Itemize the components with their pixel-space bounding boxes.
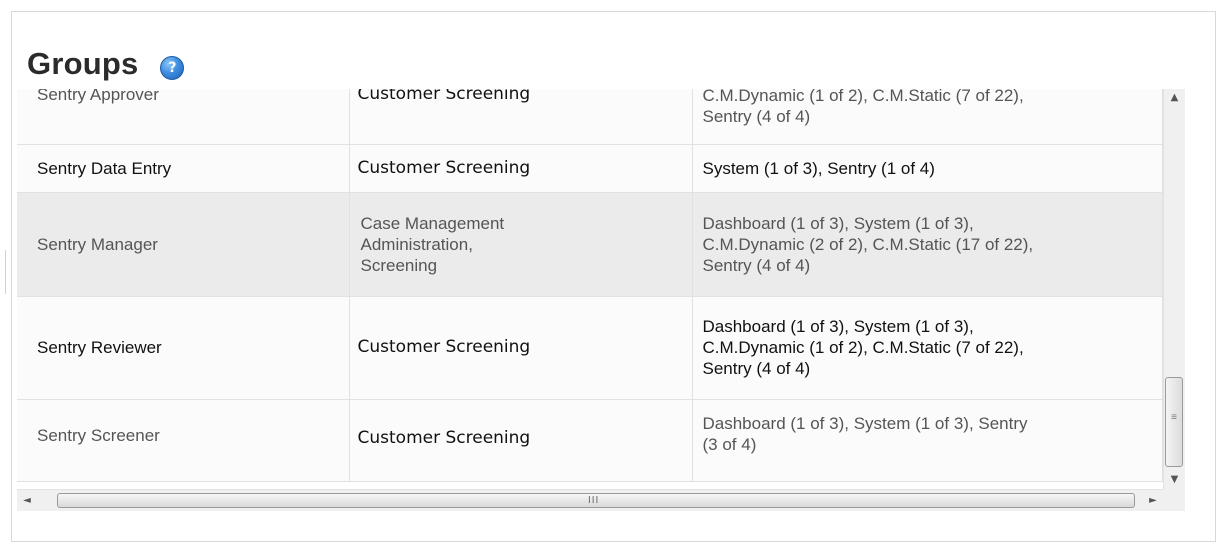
vertical-scrollbar[interactable]: ▲ ≡ ▼ [1163, 89, 1185, 489]
table-row[interactable]: Sentry Manager Case Management Administr… [17, 192, 1163, 297]
panel-header: Groups ? [27, 42, 185, 86]
group-name: Sentry Manager [37, 234, 158, 254]
group-permissions-cell: Dashboard (1 of 3), System (1 of 3), Sen… [692, 399, 1163, 482]
horizontal-scroll-thumb[interactable]: III [57, 493, 1135, 508]
grip-icon: ≡ [1171, 412, 1177, 423]
permission-line: Dashboard (1 of 3), System (1 of 3), Sen… [702, 413, 1028, 433]
table-row[interactable]: Sentry Reviewer Customer Screening Dashb… [17, 296, 1163, 400]
group-name-cell: Sentry Data Entry [17, 144, 350, 193]
grip-icon: III [588, 495, 600, 506]
group-name: Sentry Approver [37, 89, 159, 104]
permission-line: Dashboard (1 of 3), System (1 of 3), [702, 317, 974, 336]
permission-line: C.M.Dynamic (1 of 2), C.M.Static (7 of 2… [702, 338, 1024, 357]
permission-line: System (1 of 3), Sentry (1 of 4) [702, 158, 935, 178]
edge-marker [5, 250, 6, 294]
group-application: Screening [360, 255, 438, 275]
groups-grid[interactable]: Sentry Approver Customer Screening C.M.D… [17, 89, 1163, 489]
arrow-down-icon[interactable]: ▼ [1164, 471, 1185, 489]
horizontal-scrollbar[interactable]: ◄ III ► [17, 489, 1163, 511]
group-name: Sentry Reviewer [37, 338, 162, 357]
table-row[interactable]: Sentry Screener Customer Screening Dashb… [17, 399, 1163, 482]
group-name-cell: Sentry Screener [17, 399, 350, 482]
group-application: Customer Screening [357, 337, 531, 357]
vertical-scroll-thumb[interactable]: ≡ [1165, 377, 1183, 467]
table-row[interactable]: Sentry Approver Customer Screening C.M.D… [17, 89, 1163, 145]
group-application: Customer Screening [357, 427, 531, 448]
group-name-cell: Sentry Reviewer [17, 296, 350, 400]
permission-line: Sentry (4 of 4) [702, 255, 811, 275]
group-application: Customer Screening [357, 157, 531, 178]
group-application: Customer Screening [357, 89, 531, 104]
permission-line: Sentry (4 of 4) [702, 359, 811, 378]
arrow-left-icon[interactable]: ◄ [17, 490, 37, 511]
group-application: Administration, [360, 234, 473, 254]
permission-line: (3 of 4) [702, 434, 757, 454]
group-application-cell: Customer Screening [349, 144, 693, 193]
table-row[interactable]: Sentry Data Entry Customer Screening Sys… [17, 144, 1163, 193]
group-permissions-cell: C.M.Dynamic (1 of 2), C.M.Static (7 of 2… [692, 89, 1163, 145]
help-icon[interactable]: ? [160, 56, 185, 80]
groups-table: Sentry Approver Customer Screening C.M.D… [17, 89, 1163, 482]
group-name-cell: Sentry Manager [17, 192, 350, 297]
group-application-cell: Customer Screening [349, 89, 693, 145]
group-name: Sentry Data Entry [37, 158, 172, 178]
permission-line: C.M.Dynamic (1 of 2), C.M.Static (7 of 2… [702, 89, 1024, 105]
group-name-cell: Sentry Approver [17, 89, 350, 145]
group-name: Sentry Screener [37, 425, 160, 445]
arrow-right-icon[interactable]: ► [1143, 490, 1163, 511]
permission-line: Sentry (4 of 4) [702, 107, 811, 126]
group-permissions-cell: System (1 of 3), Sentry (1 of 4) [692, 144, 1163, 193]
group-application-cell: Case Management Administration, Screenin… [349, 192, 693, 297]
group-application: Case Management [360, 213, 505, 233]
group-permissions-cell: Dashboard (1 of 3), System (1 of 3), C.M… [692, 192, 1163, 297]
page-title: Groups [27, 46, 139, 81]
group-application-cell: Customer Screening [349, 399, 693, 482]
permission-line: Dashboard (1 of 3), System (1 of 3), [702, 213, 974, 233]
permission-line: C.M.Dynamic (2 of 2), C.M.Static (17 of … [702, 234, 1034, 254]
group-application-cell: Customer Screening [349, 296, 693, 400]
arrow-up-icon[interactable]: ▲ [1164, 89, 1185, 107]
scrollbar-corner [1163, 489, 1185, 511]
group-permissions-cell: Dashboard (1 of 3), System (1 of 3), C.M… [692, 296, 1163, 400]
